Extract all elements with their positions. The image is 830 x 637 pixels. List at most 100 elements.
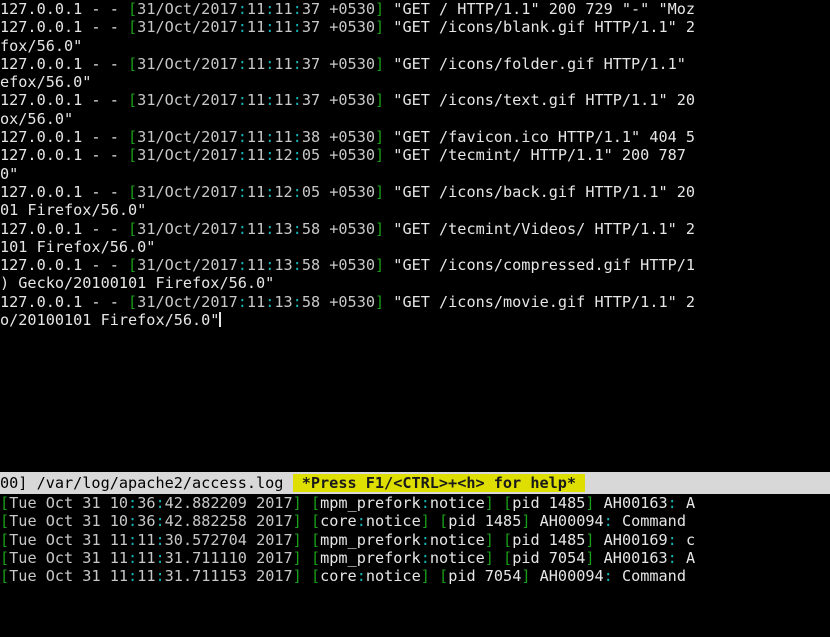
timestamp-separator: : [128,531,137,549]
module-bracket-close: ] [485,531,494,549]
timestamp-hour: 11 [247,128,265,146]
timestamp-bracket-close: ] [375,256,384,274]
timestamp-separator: : [265,183,274,201]
timestamp-bracket-open: [ [0,549,9,567]
timestamp-second: 37 [302,91,320,109]
log-line-wrapped-text: efox/56.0" [0,73,91,91]
timestamp-bracket-close: ] [375,146,384,164]
timestamp-day: Tue Oct 31 [9,512,110,530]
timestamp-bracket-open: [ [128,146,137,164]
module-name: mpm_prefork [320,494,421,512]
access-log-line: 127.0.0.1 - - [31/Oct/2017:11:11:37 +053… [0,55,830,73]
module-bracket-close: ] [485,549,494,567]
timestamp-separator: : [293,55,302,73]
access-log-line: fox/56.0" [0,37,830,55]
log-line-wrapped-text: 101 Firefox/56.0" [0,238,155,256]
timestamp-separator: : [293,256,302,274]
module-bracket-open: [ [302,549,320,567]
module-bracket-open: [ [302,494,320,512]
timestamp-hour: 11 [247,55,265,73]
timestamp-separator: : [238,0,247,18]
timestamp-timezone: +0530 [320,18,375,36]
timestamp-bracket-open: [ [0,531,9,549]
client-ip: 127.0.0.1 - - [0,146,128,164]
timestamp-second: 58 [302,220,320,238]
access-log-pane[interactable]: 127.0.0.1 - - [31/Oct/2017:11:11:37 +053… [0,0,830,472]
terminal-window[interactable]: 127.0.0.1 - - [31/Oct/2017:11:11:37 +053… [0,0,830,637]
log-line-wrapped-text: fox/56.0" [0,37,82,55]
log-level: notice [430,494,485,512]
error-log-pane[interactable]: [Tue Oct 31 10:36:42.882209 2017] [mpm_p… [0,494,830,637]
log-line-wrapped-text: ox/56.0" [0,110,73,128]
timestamp-separator: : [293,128,302,146]
timestamp-bracket-open: [ [0,494,9,512]
timestamp-hour: 11 [110,567,128,585]
module-separator: : [357,567,366,585]
timestamp-separator: : [293,146,302,164]
access-log-line: 0" [0,165,830,183]
timestamp-bracket-close: ] [293,494,302,512]
error-code-separator: : [668,549,677,567]
timestamp-year: 2017 [247,494,293,512]
error-code-separator: : [668,531,677,549]
timestamp-hour: 10 [110,512,128,530]
client-ip: 127.0.0.1 - - [0,18,128,36]
timestamp-separator: : [128,512,137,530]
timestamp-date: 31/Oct/2017 [137,293,238,311]
timestamp-timezone: +0530 [320,183,375,201]
access-log-line: 127.0.0.1 - - [31/Oct/2017:11:13:58 +053… [0,293,830,311]
timestamp-bracket-close: ] [293,549,302,567]
log-level: notice [430,549,485,567]
pid-bracket-open: [ [430,567,448,585]
module-separator: : [357,512,366,530]
timestamp-minute: 13 [274,256,292,274]
timestamp-separator: : [265,55,274,73]
timestamp-hour: 11 [247,256,265,274]
timestamp-hour: 11 [110,549,128,567]
client-ip: 127.0.0.1 - - [0,256,128,274]
pid-bracket-close: ] [585,531,594,549]
module-bracket-close: ] [421,512,430,530]
error-code: AH00169 [595,531,668,549]
timestamp-year: 2017 [247,549,293,567]
module-separator: : [421,494,430,512]
timestamp-hour: 11 [110,531,128,549]
log-line-wrapped-text: o/20100101 Firefox/56.0" [0,311,219,329]
access-log-line: ox/56.0" [0,110,830,128]
timestamp-day: Tue Oct 31 [9,567,110,585]
timestamp-day: Tue Oct 31 [9,549,110,567]
timestamp-second: 37 [302,0,320,18]
pid-bracket-close: ] [521,512,530,530]
timestamp-minute: 11 [274,128,292,146]
timestamp-bracket-close: ] [293,567,302,585]
module-name: mpm_prefork [320,549,421,567]
pid-bracket-close: ] [521,567,530,585]
timestamp-bracket-close: ] [375,0,384,18]
timestamp-date: 31/Oct/2017 [137,256,238,274]
pid-bracket-open: [ [494,531,512,549]
pid-bracket-close: ] [585,494,594,512]
access-log-line: efox/56.0" [0,73,830,91]
timestamp-separator: : [265,128,274,146]
timestamp-timezone: +0530 [320,91,375,109]
text-cursor [219,312,221,327]
timestamp-bracket-open: [ [128,220,137,238]
error-message: c [677,531,695,549]
status-bar[interactable]: 00] /var/log/apache2/access.log *Press F… [0,472,830,494]
timestamp-separator: : [293,91,302,109]
timestamp-date: 31/Oct/2017 [137,128,238,146]
timestamp-date: 31/Oct/2017 [137,18,238,36]
timestamp-second: 37 [302,18,320,36]
timestamp-separator: : [156,512,165,530]
timestamp-bracket-open: [ [128,183,137,201]
timestamp-second: 37 [302,55,320,73]
timestamp-separator: : [238,293,247,311]
error-message: A [677,549,695,567]
error-log-line: [Tue Oct 31 10:36:42.882258 2017] [core:… [0,512,830,530]
timestamp-date: 31/Oct/2017 [137,146,238,164]
timestamp-separator: : [238,18,247,36]
timestamp-bracket-open: [ [128,293,137,311]
timestamp-date: 31/Oct/2017 [137,183,238,201]
timestamp-bracket-open: [ [0,512,9,530]
error-log-line: [Tue Oct 31 10:36:42.882209 2017] [mpm_p… [0,494,830,512]
